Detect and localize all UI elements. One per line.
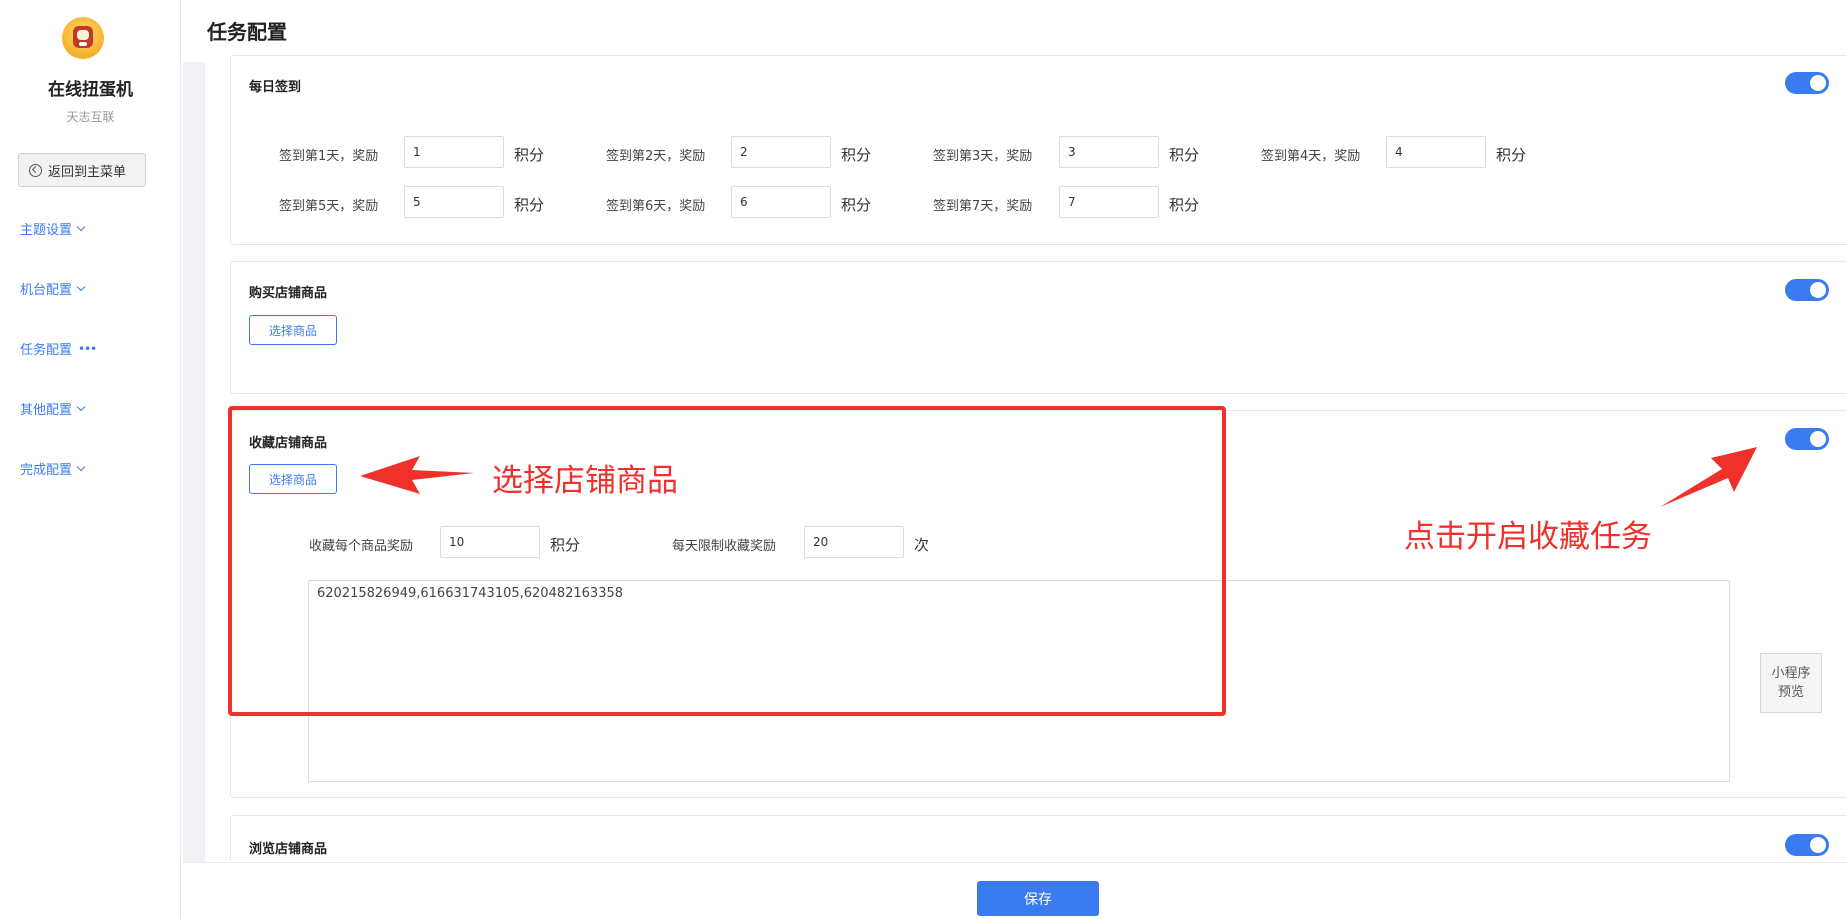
nav-label: 主题设置 [20, 223, 73, 238]
nav-label: 完成配置 [20, 463, 73, 478]
highlight-box [228, 406, 1226, 716]
chevron-down-icon [76, 402, 86, 412]
daily-checkin-card: 每日签到 签到第1天，奖励 1 积分 签到第2天，奖励 2 积分 签到第3天，奖… [230, 55, 1846, 245]
footer-divider [183, 862, 1846, 863]
nav-machine-config[interactable]: 机台配置 [20, 279, 86, 298]
day1-input[interactable]: 1 [404, 136, 504, 168]
page-title: 任务配置 [207, 20, 287, 44]
chevron-down-icon [76, 222, 86, 232]
day6-unit: 积分 [841, 196, 872, 214]
chevron-down-icon [76, 462, 86, 472]
day7-label: 签到第7天，奖励 [933, 199, 1033, 214]
nav-finish-config[interactable]: 完成配置 [20, 459, 86, 478]
annotation-select-hint: 选择店铺商品 [492, 463, 678, 499]
day3-label: 签到第3天，奖励 [933, 149, 1033, 164]
sidebar: 在线扭蛋机 天志互联 返回到主菜单 主题设置 机台配置 任务配置 ••• 其他配置… [0, 0, 181, 919]
chevron-down-icon [76, 282, 86, 292]
day4-unit: 积分 [1496, 146, 1527, 164]
back-circle-icon [29, 163, 42, 177]
day3-unit: 积分 [1169, 146, 1200, 164]
day7-input[interactable]: 7 [1059, 186, 1159, 218]
app-subtitle: 天志互联 [66, 110, 115, 124]
buy-products-switch[interactable] [1785, 279, 1829, 301]
nav-label: 任务配置 [20, 343, 73, 358]
scroll-gutter [183, 62, 205, 862]
day4-label: 签到第4天，奖励 [1261, 149, 1361, 164]
annotation-switch-hint: 点击开启收藏任务 [1404, 519, 1652, 555]
day6-label: 签到第6天，奖励 [606, 199, 706, 214]
day1-label: 签到第1天，奖励 [279, 149, 379, 164]
day5-label: 签到第5天，奖励 [279, 199, 379, 214]
miniprogram-preview-button[interactable]: 小程序 预览 [1760, 653, 1822, 713]
day2-label: 签到第2天，奖励 [606, 149, 706, 164]
day5-input[interactable]: 5 [404, 186, 504, 218]
back-button-label: 返回到主菜单 [48, 164, 127, 180]
back-to-main-menu-button[interactable]: 返回到主菜单 [18, 153, 146, 187]
day3-input[interactable]: 3 [1059, 136, 1159, 168]
nav-label: 其他配置 [20, 403, 73, 418]
app-name: 在线扭蛋机 [48, 80, 133, 100]
daily-checkin-title: 每日签到 [249, 80, 302, 95]
day6-input[interactable]: 6 [731, 186, 831, 218]
browse-products-switch[interactable] [1785, 834, 1829, 856]
daily-checkin-switch[interactable] [1785, 72, 1829, 94]
nav-label: 机台配置 [20, 283, 73, 298]
preview-label-line2: 预览 [1777, 685, 1804, 700]
buy-products-card: 购买店铺商品 选择商品 [230, 261, 1846, 394]
nav-task-config[interactable]: 任务配置 ••• [20, 339, 97, 359]
browse-products-card: 浏览店铺商品 [230, 815, 1846, 862]
app-logo [62, 17, 104, 59]
save-button[interactable]: 保存 [977, 881, 1099, 916]
nav-theme-settings[interactable]: 主题设置 [20, 219, 86, 238]
nav-other-config[interactable]: 其他配置 [20, 399, 86, 418]
day5-unit: 积分 [514, 196, 545, 214]
favorite-products-switch[interactable] [1785, 428, 1829, 450]
day2-input[interactable]: 2 [731, 136, 831, 168]
preview-label-line1: 小程序 [1771, 666, 1811, 681]
browse-products-title: 浏览店铺商品 [249, 842, 328, 857]
day1-unit: 积分 [514, 146, 545, 164]
buy-select-products-button[interactable]: 选择商品 [249, 315, 337, 345]
day4-input[interactable]: 4 [1386, 136, 1486, 168]
day2-unit: 积分 [841, 146, 872, 164]
day7-unit: 积分 [1169, 196, 1200, 214]
buy-products-title: 购买店铺商品 [249, 286, 328, 301]
more-dots-icon: ••• [78, 341, 97, 356]
